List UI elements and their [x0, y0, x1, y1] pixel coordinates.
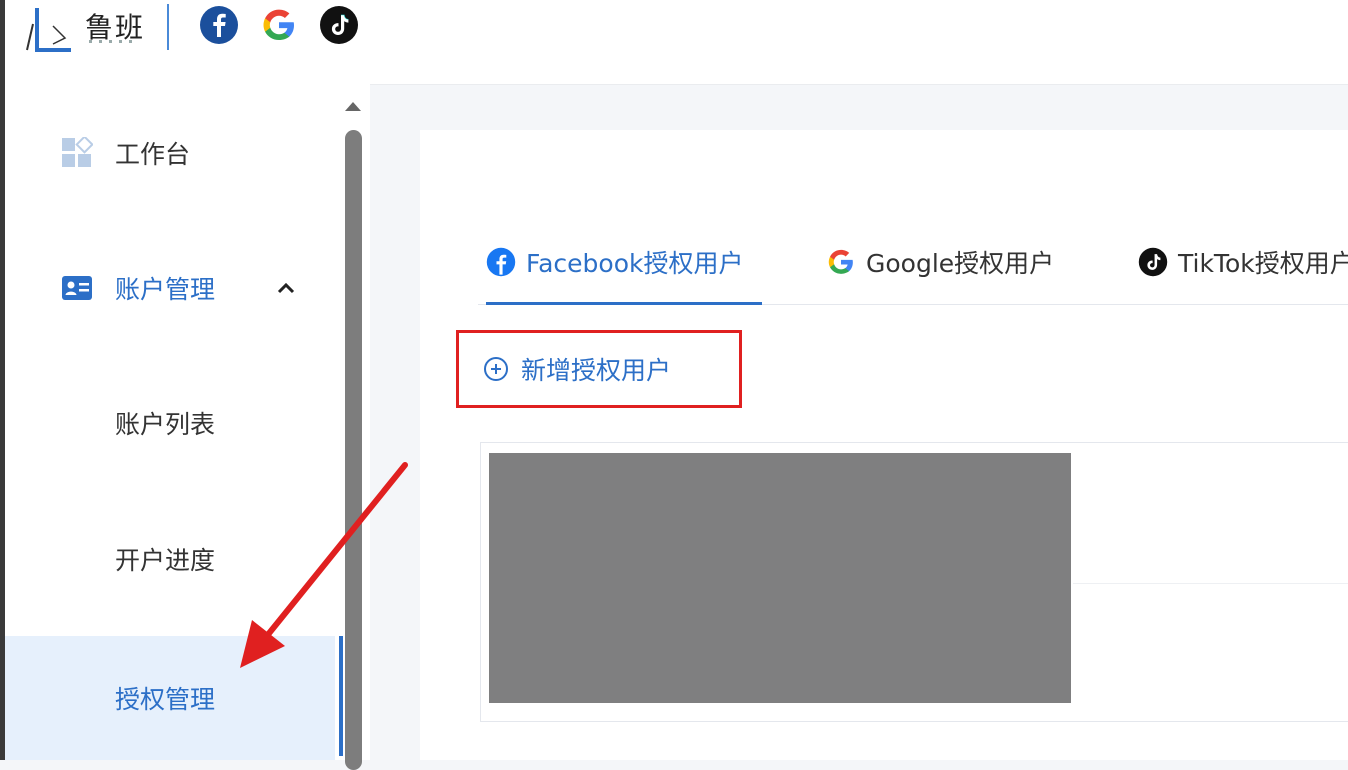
sidebar-item-opening-progress[interactable]: 开户进度	[5, 524, 335, 594]
chevron-up-icon[interactable]	[277, 282, 295, 294]
tab-facebook[interactable]: Facebook授权用户	[486, 220, 762, 305]
tiktok-icon[interactable]	[320, 6, 358, 44]
sidebar-item-account-management[interactable]: 账户管理	[5, 253, 335, 323]
brand-logo-icon	[26, 8, 71, 52]
top-bar	[370, 0, 1348, 85]
sidebar: 鲁班 工作台 账户管理 账户列表 开户进度 授权管理	[5, 0, 370, 770]
sidebar-item-label: 授权管理	[115, 685, 216, 714]
sidebar-scrollbar-thumb[interactable]	[345, 130, 362, 770]
scroll-up-arrow-icon[interactable]	[345, 102, 361, 111]
google-icon	[828, 249, 853, 274]
logo-bar: 鲁班	[5, 0, 370, 82]
dashboard-icon	[62, 137, 93, 167]
add-authorized-user-button[interactable]: 新增授权用户	[456, 330, 742, 408]
tab-label: Google授权用户	[866, 249, 1055, 278]
sidebar-item-label: 账户列表	[115, 410, 216, 439]
logo-divider	[167, 4, 169, 50]
tab-label: TikTok授权用户	[1178, 249, 1348, 278]
add-button-label: 新增授权用户	[521, 356, 672, 385]
brand-tagline-dots	[89, 40, 137, 43]
google-icon[interactable]	[260, 6, 298, 44]
id-card-icon	[62, 276, 92, 300]
redacted-content	[489, 453, 1071, 703]
active-tab-underline	[486, 302, 762, 305]
table-row-divider	[1073, 583, 1348, 584]
facebook-icon	[486, 247, 516, 277]
sidebar-item-account-list[interactable]: 账户列表	[5, 388, 335, 458]
tab-google[interactable]: Google授权用户	[826, 220, 1054, 304]
plus-circle-icon	[484, 357, 508, 381]
sidebar-item-label: 账户管理	[115, 275, 216, 304]
auth-tabs: Facebook授权用户 Google授权用户 TikTok授权用户	[478, 220, 1348, 305]
main-card: Facebook授权用户 Google授权用户 TikTok授权用户 新增授权用…	[420, 130, 1348, 760]
sidebar-item-workbench[interactable]: 工作台	[5, 118, 335, 188]
tab-label: Facebook授权用户	[526, 249, 744, 278]
active-indicator	[339, 636, 343, 756]
sidebar-item-authorization-management[interactable]: 授权管理	[5, 636, 343, 760]
tiktok-icon	[1138, 247, 1168, 277]
tab-tiktok[interactable]: TikTok授权用户	[1138, 220, 1348, 304]
authorized-users-table	[480, 442, 1348, 722]
sidebar-item-label: 工作台	[115, 140, 191, 169]
sidebar-item-label: 开户进度	[115, 546, 216, 575]
facebook-icon[interactable]	[200, 6, 238, 44]
